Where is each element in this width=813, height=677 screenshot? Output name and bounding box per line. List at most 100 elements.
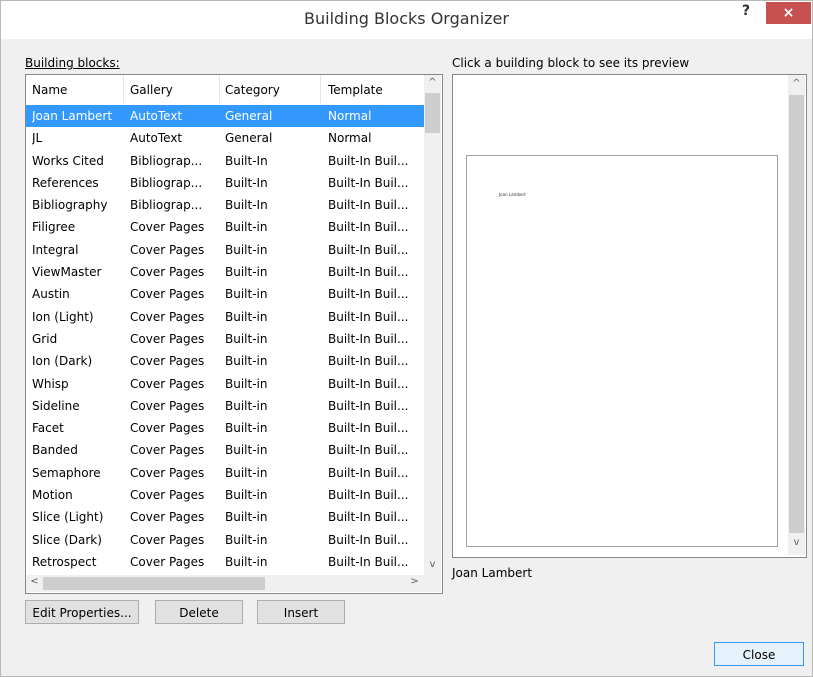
preview-page: Joan Lambert — [466, 155, 778, 547]
list-item[interactable]: Banded Cover Pages Built-in Built-In Buil..… — [26, 439, 424, 461]
delete-label: Delete — [179, 606, 219, 620]
cell-category: Built-In — [225, 153, 268, 168]
cell-template: Built-In Buil... — [328, 421, 409, 436]
cell-template: Built-In Buil... — [328, 153, 409, 168]
cell-name: Austin — [32, 287, 70, 302]
cell-gallery: Cover Pages — [130, 443, 205, 458]
window-close-button[interactable]: × — [766, 2, 811, 24]
cell-name: Retrospect — [32, 554, 97, 569]
cell-gallery: Cover Pages — [130, 398, 205, 413]
cell-gallery: Cover Pages — [130, 510, 205, 525]
column-divider[interactable] — [219, 75, 220, 103]
list-item[interactable]: Whisp Cover Pages Built-in Built-In Buil... — [26, 373, 424, 395]
scroll-up-icon[interactable]: ^ — [424, 77, 441, 88]
cell-template: Built-In Buil... — [328, 331, 409, 346]
cell-gallery: Cover Pages — [130, 220, 205, 235]
list-item[interactable]: Ion (Light) Cover Pages Built-in Built-In B… — [26, 306, 424, 328]
cell-gallery: Cover Pages — [130, 242, 205, 257]
list-item[interactable]: Motion Cover Pages Built-in Built-In Buil..… — [26, 484, 424, 506]
list-item[interactable]: Semaphore Cover Pages Built-in Built-In Bui… — [26, 462, 424, 484]
list-item[interactable]: Slice (Dark) Cover Pages Built-in Built-In … — [26, 529, 424, 551]
cell-category: Built-in — [225, 220, 268, 235]
cell-name: Integral — [32, 242, 79, 257]
cell-template: Built-In Buil... — [328, 443, 409, 458]
cell-gallery: Cover Pages — [130, 265, 205, 280]
list-item[interactable]: Works Cited Bibliograp... Built-In Built-In… — [26, 150, 424, 172]
list-item[interactable]: JL AutoText General Normal — [26, 127, 424, 149]
cell-template: Built-In Buil... — [328, 488, 409, 503]
edit-properties-button[interactable]: Edit Properties... — [25, 600, 139, 624]
cell-name: Filigree — [32, 220, 76, 235]
cell-category: General — [225, 131, 273, 146]
cell-category: Built-In — [225, 175, 268, 190]
column-header-category[interactable]: Category — [225, 83, 280, 97]
insert-button[interactable]: Insert — [257, 600, 345, 624]
list-horizontal-scrollbar[interactable]: < > — [26, 575, 441, 592]
cell-template: Built-In Buil... — [328, 510, 409, 525]
cell-name: Sideline — [32, 398, 80, 413]
cell-gallery: Cover Pages — [130, 331, 205, 346]
cell-category: Built-in — [225, 242, 268, 257]
column-divider[interactable] — [123, 75, 124, 103]
cell-gallery: Bibliograp... — [130, 198, 203, 213]
preview-scroll-up-icon[interactable]: ^ — [788, 78, 805, 89]
cell-template: Built-In Buil... — [328, 309, 409, 324]
preview-scroll-thumb[interactable] — [789, 95, 804, 533]
building-blocks-label: Building blocks: — [25, 56, 120, 70]
list-item[interactable]: ViewMaster Cover Pages Built-in Built-In Bu… — [26, 261, 424, 283]
cell-name: Semaphore — [32, 465, 101, 480]
cell-name: JL — [32, 131, 43, 146]
list-item[interactable]: Retrospect Cover Pages Built-in Built-In Bu… — [26, 551, 424, 573]
list-header: Name Gallery Category Template — [26, 75, 424, 103]
cell-gallery: Cover Pages — [130, 376, 205, 391]
cell-category: General — [225, 109, 273, 123]
list-item[interactable]: Bibliography Bibliograp... Built-In Built-I… — [26, 194, 424, 216]
cell-name: Banded — [32, 443, 78, 458]
cell-category: Built-in — [225, 265, 268, 280]
building-blocks-list[interactable]: Name Gallery Category Template Joan Lamb… — [25, 74, 443, 594]
list-item[interactable]: Austin Cover Pages Built-in Built-In Buil..… — [26, 283, 424, 305]
preview-scroll-down-icon[interactable]: v — [788, 537, 805, 548]
list-item[interactable]: Integral Cover Pages Built-in Built-In Buil… — [26, 239, 424, 261]
cell-gallery: AutoText — [130, 131, 183, 146]
help-button[interactable]: ? — [736, 3, 756, 25]
column-divider[interactable] — [320, 75, 321, 103]
scroll-down-icon[interactable]: v — [424, 559, 441, 570]
column-header-gallery[interactable]: Gallery — [130, 83, 173, 97]
cell-category: Built-in — [225, 421, 268, 436]
building-blocks-dialog: Building Blocks Organizer ? × Building b… — [0, 0, 813, 677]
cell-category: Built-in — [225, 443, 268, 458]
list-vertical-scrollbar[interactable]: ^ v — [424, 75, 441, 575]
cell-template: Built-In Buil... — [328, 287, 409, 302]
cell-gallery: Cover Pages — [130, 532, 205, 547]
column-header-name[interactable]: Name — [32, 83, 67, 97]
list-item[interactable]: References Bibliograp... Built-In Built-In … — [26, 172, 424, 194]
cell-category: Built-in — [225, 331, 268, 346]
cell-template: Built-In Buil... — [328, 465, 409, 480]
cell-name: ViewMaster — [32, 265, 102, 280]
cell-template: Built-In Buil... — [328, 175, 409, 190]
list-item[interactable]: Ion (Dark) Cover Pages Built-in Built-In Bu… — [26, 350, 424, 372]
scroll-right-icon[interactable]: > — [406, 576, 423, 587]
preview-scrollbar[interactable]: ^ v — [788, 75, 805, 555]
preview-page-text: Joan Lambert — [499, 192, 526, 197]
list-item[interactable]: Slice (Light) Cover Pages Built-in Built-In… — [26, 506, 424, 528]
list-item[interactable]: Joan Lambert AutoText General Normal — [26, 105, 424, 128]
cell-template: Built-In Buil... — [328, 265, 409, 280]
cell-template: Built-In Buil... — [328, 354, 409, 369]
delete-button[interactable]: Delete — [155, 600, 243, 624]
cell-gallery: Cover Pages — [130, 287, 205, 302]
list-horizontal-thumb[interactable] — [43, 577, 265, 590]
cell-template: Built-In Buil... — [328, 398, 409, 413]
list-item[interactable]: Sideline Cover Pages Built-in Built-In Buil… — [26, 395, 424, 417]
list-item[interactable]: Filigree Cover Pages Built-in Built-In Buil… — [26, 216, 424, 238]
cell-gallery: AutoText — [130, 109, 183, 123]
list-item[interactable]: Grid Cover Pages Built-in Built-In Buil... — [26, 328, 424, 350]
close-button[interactable]: Close — [714, 642, 804, 666]
scroll-left-icon[interactable]: < — [26, 576, 43, 587]
preview-pane: Joan Lambert ^ v — [452, 74, 807, 558]
column-header-template[interactable]: Template — [328, 83, 383, 97]
list-scroll-thumb[interactable] — [425, 93, 440, 133]
cell-name: Ion (Dark) — [32, 354, 93, 369]
list-item[interactable]: Facet Cover Pages Built-in Built-In Buil... — [26, 417, 424, 439]
